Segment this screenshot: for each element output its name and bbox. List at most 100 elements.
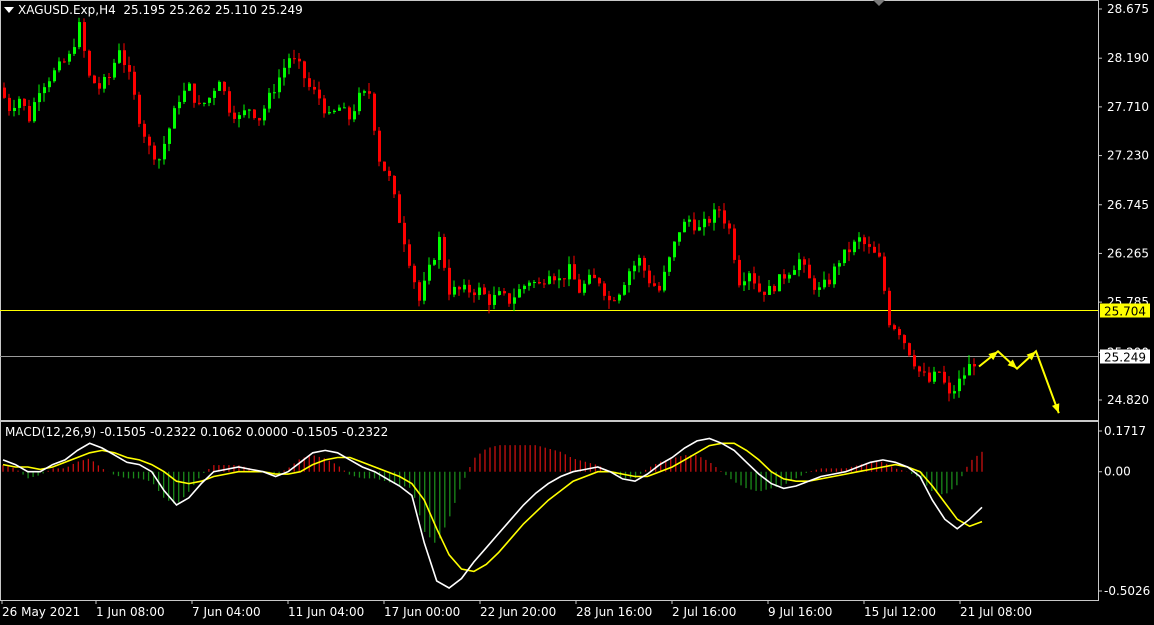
candle-body	[883, 256, 886, 291]
candle-body	[913, 355, 916, 367]
candle-body	[13, 107, 16, 112]
candle-body	[918, 366, 921, 372]
candle-body	[493, 294, 496, 305]
candle-body	[823, 279, 826, 288]
candle-body	[818, 287, 821, 290]
candle-body	[793, 270, 796, 275]
trading-chart[interactable]: 28.675 28.190 27.710 27.230 26.745 26.265 25.7…	[0, 0, 1154, 621]
candle-body	[483, 287, 486, 295]
candle-body	[293, 58, 296, 60]
candle-body	[473, 292, 476, 296]
candle-body	[843, 249, 846, 264]
candle-body	[223, 81, 226, 92]
candle-body	[728, 223, 731, 229]
time-tick-label: 9 Jul 16:00	[768, 605, 832, 619]
candle-body	[528, 282, 531, 286]
indicator-tick-label: 0.1717	[1104, 424, 1146, 438]
candle-body	[933, 371, 936, 382]
candle-body	[743, 281, 746, 286]
candle-body	[78, 22, 81, 48]
candle-body	[188, 83, 191, 91]
candle-body	[273, 92, 276, 94]
candle-body	[498, 291, 501, 295]
candle-body	[193, 83, 196, 103]
time-tick-label: 17 Jun 00:00	[384, 605, 460, 619]
chart-shift-marker-icon[interactable]	[873, 0, 885, 6]
candle-body	[133, 71, 136, 95]
candle-body	[203, 102, 206, 104]
candle-body	[98, 83, 101, 89]
candle-body	[378, 130, 381, 162]
candle-body	[573, 264, 576, 280]
candle-body	[928, 372, 931, 382]
candle-body	[443, 237, 446, 268]
candle-body	[738, 259, 741, 286]
candle-body	[168, 128, 171, 144]
candle-body	[393, 175, 396, 195]
candle-body	[163, 143, 166, 160]
candle-body	[68, 53, 71, 62]
symbol-label: XAGUSD.Exp,H4	[18, 3, 116, 17]
candle-body	[488, 294, 491, 305]
candle-body	[853, 241, 856, 253]
candle-body	[373, 93, 376, 131]
candle-body	[698, 227, 701, 231]
candle-body	[503, 291, 506, 294]
candle-body	[513, 297, 516, 304]
candle-body	[808, 264, 811, 279]
candle-body	[323, 98, 326, 114]
time-tick-label: 22 Jun 20:00	[480, 605, 556, 619]
macd-main-line	[2, 437, 983, 589]
candle-body	[628, 271, 631, 286]
price-tick-label: 26.265	[1107, 246, 1149, 260]
candle-body	[673, 241, 676, 258]
candle-body	[148, 136, 151, 146]
time-tick-label: 7 Jun 04:00	[192, 605, 261, 619]
candle-body	[903, 335, 906, 344]
candle-body	[353, 111, 356, 120]
candle-body	[368, 91, 371, 94]
candle-body	[593, 274, 596, 279]
candle-body	[588, 274, 591, 284]
candle-body	[623, 285, 626, 295]
candle-body	[868, 244, 871, 247]
candle-body	[418, 282, 421, 301]
candle-body	[568, 264, 571, 280]
candle-body	[833, 266, 836, 285]
candle-body	[713, 209, 716, 223]
candle-body	[403, 222, 406, 245]
candle-body	[183, 90, 186, 102]
candle-body	[258, 118, 261, 121]
candle-body	[88, 50, 91, 76]
chart-canvas[interactable]: 28.675 28.190 27.710 27.230 26.745 26.265 25.7…	[0, 0, 1154, 621]
candle-body	[458, 286, 461, 290]
candle-body	[518, 289, 521, 298]
candle-body	[108, 76, 111, 78]
candle-body	[118, 50, 121, 63]
candle-body	[643, 257, 646, 271]
current-price-label: 25.249	[1104, 351, 1146, 365]
candle-body	[538, 282, 541, 284]
candle-body	[553, 276, 556, 281]
symbol-dropdown-icon[interactable]	[4, 7, 14, 13]
candle-body	[663, 271, 666, 291]
candle-body	[53, 70, 56, 82]
candle-body	[48, 81, 51, 88]
candle-body	[278, 77, 281, 93]
candle-body	[813, 278, 816, 290]
candle-body	[958, 378, 961, 392]
price-header: XAGUSD.Exp,H4 25.195 25.262 25.110 25.24…	[18, 3, 303, 17]
price-tick-label: 24.820	[1107, 393, 1149, 407]
candle-body	[8, 97, 11, 112]
ohlc-values: 25.195 25.262 25.110 25.249	[123, 3, 303, 17]
candle-body	[303, 61, 306, 79]
candle-body	[338, 107, 341, 111]
candle-body	[348, 107, 351, 120]
time-tick-label: 28 Jun 16:00	[576, 605, 652, 619]
candle-body	[123, 50, 126, 66]
candle-body	[953, 391, 956, 394]
candle-body	[968, 364, 971, 376]
candle-body	[288, 58, 291, 68]
candle-body	[363, 91, 366, 93]
candle-body	[768, 285, 771, 295]
